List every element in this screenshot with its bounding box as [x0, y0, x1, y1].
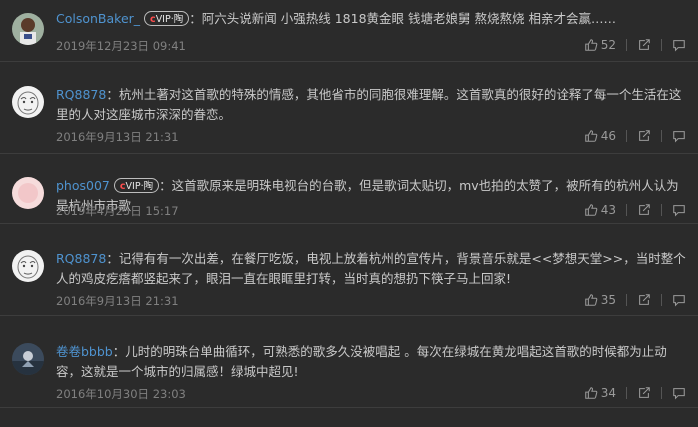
vip-badge: ᴄVIP·陶 — [113, 178, 160, 193]
reply-icon — [673, 205, 685, 217]
thumbs-up-icon — [584, 294, 598, 306]
comment-text-line: RQ8878：杭州土著对这首歌的特殊的情感，其他省市的同胞很难理解。这首歌真的很… — [56, 87, 682, 122]
comment-actions: 34 — [584, 384, 686, 402]
like-button[interactable]: 35 — [584, 293, 616, 307]
reply-icon — [673, 131, 685, 143]
comment-item: 卷卷bbbb：儿时的明珠台单曲循环，可熟悉的歌多久没被唱起 。每次在绿城在黄龙唱… — [0, 316, 698, 408]
comment-item: RQ8878：记得有有一次出差，在餐厅吃饭，电视上放着杭州的宣传片，背景音乐就是… — [0, 224, 698, 316]
reply-button[interactable] — [672, 129, 686, 143]
share-button[interactable] — [637, 129, 651, 143]
comment-text: 儿时的明珠台单曲循环，可熟悉的歌多久没被唱起 。每次在绿城在黄龙唱起这首歌的时候… — [56, 344, 667, 379]
avatar[interactable] — [12, 343, 44, 375]
comment-username[interactable]: RQ8878 — [56, 251, 106, 266]
comment-item: ColsonBaker_ ᴄVIP·陶 ：阿六头说新闻 小强热线 1818黄金眼 钱… — [0, 0, 698, 62]
reply-button[interactable] — [672, 386, 686, 400]
share-button[interactable] — [637, 386, 651, 400]
like-button[interactable]: 46 — [584, 129, 616, 143]
comment-username[interactable]: 卷卷bbbb — [56, 344, 113, 359]
comment-item: phos007 ᴄVIP·陶 ：这首歌原来是明珠电视台的台歌，但是歌词太贴切，mv也… — [0, 154, 698, 224]
comment-username[interactable]: ColsonBaker_ — [56, 11, 140, 26]
avatar[interactable] — [12, 177, 44, 209]
comment-text: 记得有有一次出差，在餐厅吃饭，电视上放着杭州的宣传片，背景音乐就是<<梦想天堂>… — [56, 251, 686, 286]
comment-actions: 46 — [584, 127, 686, 145]
comment-username[interactable]: phos007 — [56, 178, 110, 193]
comment-time: 2019年12月23日 09:41 — [56, 39, 186, 53]
vip-badge: ᴄVIP·陶 — [144, 11, 190, 26]
comment-text: 阿六头说新闻 小强热线 1818黄金眼 钱塘老娘舅 熬烧熬烧 相亲才会赢…… — [201, 11, 616, 26]
comment-text-line: ColsonBaker_ ᴄVIP·陶 ：阿六头说新闻 小强热线 1818黄金眼 钱… — [56, 11, 616, 26]
reply-button[interactable] — [672, 203, 686, 217]
like-count: 43 — [600, 203, 616, 217]
thumbs-up-icon — [584, 204, 598, 216]
share-button[interactable] — [637, 38, 651, 52]
reply-icon — [673, 388, 685, 400]
avatar[interactable] — [12, 86, 44, 118]
comment-item: RQ8878：杭州土著对这首歌的特殊的情感，其他省市的同胞很难理解。这首歌真的很… — [0, 62, 698, 154]
thumbs-up-icon — [584, 130, 598, 142]
like-button[interactable]: 43 — [584, 203, 616, 217]
share-button[interactable] — [637, 293, 651, 307]
share-icon — [639, 130, 650, 141]
like-count: 34 — [600, 386, 616, 400]
avatar[interactable] — [12, 13, 44, 45]
like-count: 52 — [600, 38, 616, 52]
comment-text-line: RQ8878：记得有有一次出差，在餐厅吃饭，电视上放着杭州的宣传片，背景音乐就是… — [56, 251, 686, 286]
share-icon — [639, 204, 650, 215]
comment-time: 2016年9月13日 21:31 — [56, 294, 179, 308]
share-button[interactable] — [637, 203, 651, 217]
like-button[interactable]: 52 — [584, 38, 616, 52]
comment-time: 2016年10月30日 23:03 — [56, 387, 186, 401]
reply-icon — [673, 295, 685, 307]
avatar[interactable] — [12, 250, 44, 282]
reply-button[interactable] — [672, 293, 686, 307]
comment-time: 2016年9月13日 21:31 — [56, 130, 179, 144]
comment-list: ColsonBaker_ ᴄVIP·陶 ：阿六头说新闻 小强热线 1818黄金眼 钱… — [0, 0, 698, 427]
comment-actions: 52 — [584, 36, 686, 54]
comment-time: 2019年4月25日 15:17 — [56, 204, 179, 218]
comment-text: 杭州土著对这首歌的特殊的情感，其他省市的同胞很难理解。这首歌真的很好的诠释了每一… — [56, 87, 682, 122]
reply-button[interactable] — [672, 38, 686, 52]
thumbs-up-icon — [584, 39, 598, 51]
comment-text-line: 卷卷bbbb：儿时的明珠台单曲循环，可熟悉的歌多久没被唱起 。每次在绿城在黄龙唱… — [56, 344, 667, 379]
share-icon — [639, 387, 650, 398]
share-icon — [639, 39, 650, 50]
like-button[interactable]: 34 — [584, 386, 616, 400]
comment-actions: 35 — [584, 291, 686, 309]
like-count: 35 — [600, 293, 616, 307]
reply-icon — [673, 40, 685, 52]
like-count: 46 — [600, 129, 616, 143]
share-icon — [639, 294, 650, 305]
comment-actions: 43 — [584, 201, 686, 219]
comment-username[interactable]: RQ8878 — [56, 87, 106, 102]
thumbs-up-icon — [584, 387, 598, 399]
